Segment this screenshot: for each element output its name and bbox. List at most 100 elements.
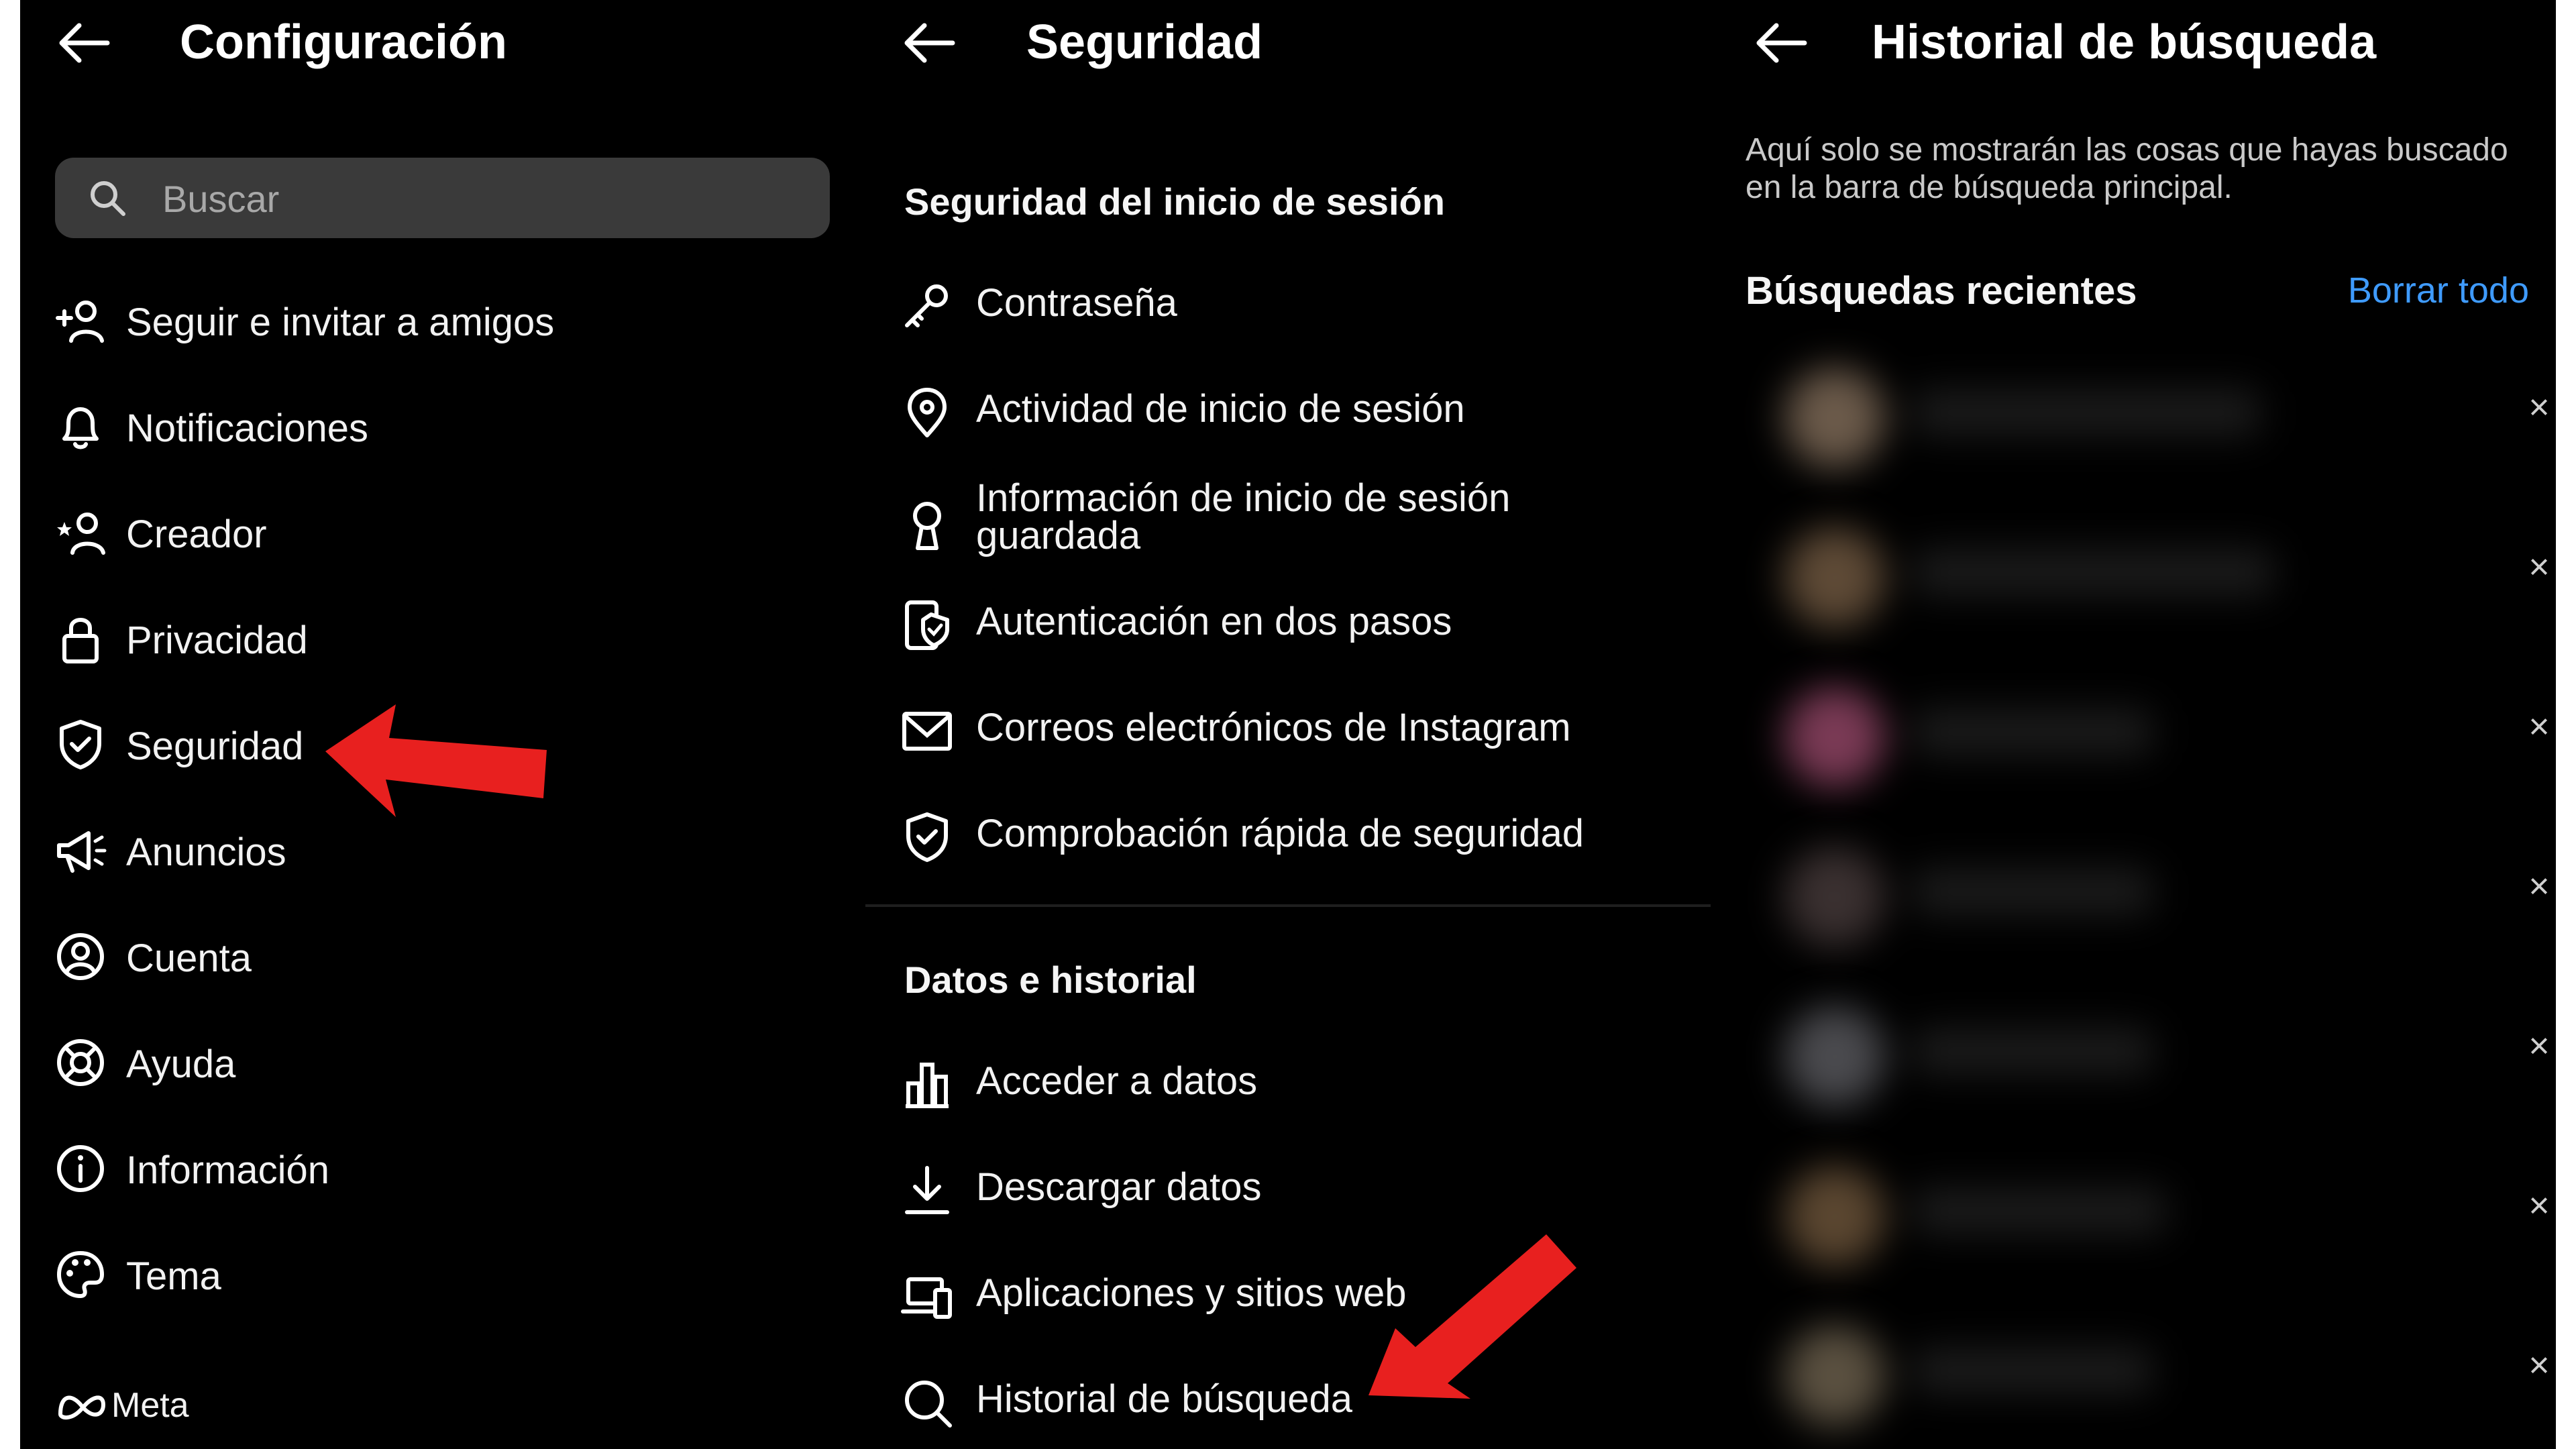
settings-item-theme[interactable]: Tema — [20, 1229, 865, 1316]
remove-search-button[interactable]: × — [2516, 1022, 2556, 1069]
settings-item-help[interactable]: Ayuda — [20, 1017, 865, 1104]
phone-shield-icon — [900, 598, 954, 652]
security-item-label: Actividad de inicio de sesión — [976, 387, 1465, 431]
remove-search-button[interactable]: × — [2516, 863, 2556, 910]
settings-item-label: Cuenta — [126, 936, 252, 980]
search-bar[interactable] — [55, 158, 830, 238]
blurred-username — [1912, 1347, 2153, 1394]
meta-wordmark: Meta — [111, 1386, 189, 1425]
remove-search-button[interactable]: × — [2516, 543, 2556, 590]
avatar — [1784, 1326, 1885, 1426]
meta-logo: Meta — [55, 1385, 189, 1432]
recent-searches-heading: Búsquedas recientes — [1746, 269, 2137, 313]
security-item-search-history[interactable]: Historial de búsqueda — [865, 1361, 1711, 1448]
lifebuoy-icon — [54, 1036, 107, 1089]
security-item-download-data[interactable]: Descargar datos — [865, 1149, 1711, 1236]
meta-infinity-icon — [58, 1395, 106, 1419]
blurred-username — [1912, 549, 2274, 596]
search-history-panel: Historial de búsqueda Aquí solo se mostr… — [1711, 0, 2556, 1449]
info-icon — [54, 1142, 107, 1195]
recent-search-row[interactable]: × — [1737, 488, 2556, 648]
security-item-instagram-emails[interactable]: Correos electrónicos de Instagram — [865, 690, 1711, 777]
key-icon — [900, 280, 954, 333]
settings-item-account[interactable]: Cuenta — [20, 911, 865, 998]
settings-item-label: Ayuda — [126, 1042, 236, 1086]
back-button[interactable] — [898, 16, 958, 70]
envelope-icon — [900, 704, 954, 758]
recent-search-row[interactable]: × — [1737, 648, 2556, 808]
settings-item-info[interactable]: Información — [20, 1123, 865, 1210]
avatar — [1784, 368, 1885, 468]
security-item-label: Descargar datos — [976, 1165, 1262, 1209]
settings-header: Configuración — [20, 0, 865, 87]
security-item-label: Acceder a datos — [976, 1059, 1258, 1103]
back-button[interactable] — [1750, 16, 1810, 70]
security-item-label: Comprobación rápida de seguridad — [976, 812, 1585, 855]
add-person-icon — [54, 294, 107, 347]
search-icon — [900, 1376, 954, 1430]
settings-item-creator[interactable]: Creador — [20, 487, 865, 574]
blurred-result-content — [1737, 967, 2556, 1127]
remove-search-button[interactable]: × — [2516, 384, 2556, 431]
location-pin-icon — [900, 386, 954, 439]
security-item-apps-websites[interactable]: Aplicaciones y sitios web — [865, 1255, 1711, 1342]
megaphone-icon — [54, 824, 107, 877]
security-item-label: Contraseña — [976, 281, 1177, 325]
page-title: Seguridad — [1026, 15, 1263, 69]
blurred-result-content — [1737, 648, 2556, 808]
settings-item-label: Tema — [126, 1254, 221, 1298]
security-panel: Seguridad Seguridad del inicio de sesión… — [865, 0, 1711, 1449]
security-item-label: Autenticación en dos pasos — [976, 600, 1452, 643]
shield-check-icon — [900, 810, 954, 864]
blurred-result-content — [1737, 329, 2556, 488]
security-item-password[interactable]: Contraseña — [865, 265, 1711, 352]
security-item-security-checkup[interactable]: Comprobación rápida de seguridad — [865, 796, 1711, 883]
settings-item-follow-invite[interactable]: Seguir e invitar a amigos — [20, 275, 865, 362]
blurred-username — [1912, 1187, 2167, 1234]
settings-item-label: Información — [126, 1148, 330, 1192]
arrow-left-icon — [59, 23, 110, 63]
settings-item-privacy[interactable]: Privacidad — [20, 593, 865, 680]
avatar — [1784, 1166, 1885, 1267]
lock-icon — [54, 612, 107, 665]
section-heading-login-security: Seguridad del inicio de sesión — [904, 180, 1445, 223]
bar-chart-icon — [900, 1058, 954, 1112]
security-item-two-factor[interactable]: Autenticación en dos pasos — [865, 584, 1711, 671]
recent-searches-list: × × × × × × × — [1737, 329, 2556, 1449]
recent-search-row[interactable]: × — [1737, 808, 2556, 967]
avatar — [1784, 1006, 1885, 1107]
recent-search-row[interactable]: × — [1737, 1127, 2556, 1287]
security-item-label: Información de inicio de sesión guardada — [976, 476, 1511, 557]
blurred-result-content — [1737, 1287, 2556, 1446]
security-item-saved-login[interactable]: Información de inicio de sesión guardada — [865, 477, 1711, 578]
recent-search-row[interactable]: × — [1737, 1287, 2556, 1446]
annotation-arrow-search-history — [1368, 1234, 1576, 1399]
avatar — [1784, 847, 1885, 947]
blurred-result-content — [1737, 808, 2556, 967]
avatar — [1784, 687, 1885, 788]
settings-item-label: Anuncios — [126, 830, 286, 874]
blurred-result-content — [1737, 1127, 2556, 1287]
clear-all-button[interactable]: Borrar todo — [2348, 270, 2529, 311]
security-header: Seguridad — [865, 0, 1711, 87]
settings-item-notifications[interactable]: Notificaciones — [20, 381, 865, 468]
settings-item-label: Seguir e invitar a amigos — [126, 301, 555, 344]
remove-search-button[interactable]: × — [2516, 1342, 2556, 1389]
annotation-arrow-security — [325, 704, 547, 817]
recent-search-row[interactable]: × — [1737, 329, 2556, 488]
arrow-left-icon — [1756, 23, 1807, 63]
security-item-access-data[interactable]: Acceder a datos — [865, 1043, 1711, 1130]
blurred-username — [1912, 868, 2153, 915]
remove-search-button[interactable]: × — [2516, 1182, 2556, 1229]
history-header: Historial de búsqueda — [1711, 0, 2556, 87]
section-heading-data-history: Datos e historial — [904, 959, 1197, 1001]
back-button[interactable] — [52, 16, 113, 70]
search-input[interactable] — [161, 171, 801, 226]
remove-search-button[interactable]: × — [2516, 703, 2556, 750]
devices-icon — [900, 1270, 954, 1324]
bell-icon — [54, 400, 107, 453]
blurred-result-content — [1737, 488, 2556, 648]
shield-icon — [54, 718, 107, 771]
security-item-login-activity[interactable]: Actividad de inicio de sesión — [865, 371, 1711, 458]
recent-search-row[interactable]: × — [1737, 967, 2556, 1127]
